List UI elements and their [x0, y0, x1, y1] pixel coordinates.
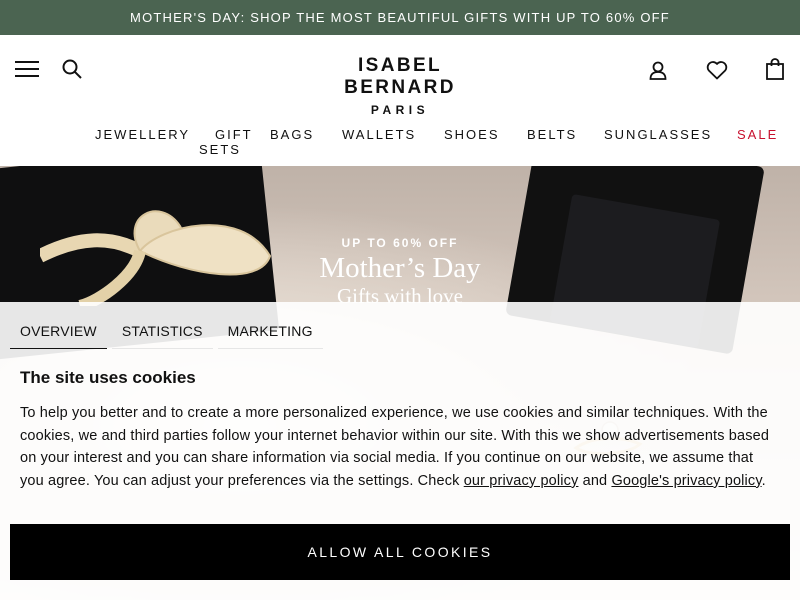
- hero-kicker: UP TO 60% OFF: [341, 236, 459, 250]
- cookie-and-text: and: [578, 472, 612, 489]
- site-header: ISABEL BERNARD PARIS JEWELLERY GIFT SETS…: [0, 35, 800, 166]
- site-logo[interactable]: ISABEL BERNARD PARIS: [300, 55, 500, 117]
- nav-item-belts[interactable]: BELTS: [527, 127, 577, 142]
- shopping-bag-icon: [766, 58, 784, 80]
- wishlist-button[interactable]: [702, 55, 732, 85]
- nav-item-sunglasses[interactable]: SUNGLASSES: [604, 127, 712, 142]
- main-navigation: JEWELLERY GIFT SETS BAGS WALLETS SHOES B…: [0, 127, 800, 165]
- logo-city: PARIS: [370, 103, 430, 117]
- nav-item-shoes[interactable]: SHOES: [444, 127, 500, 142]
- nav-item-sale[interactable]: SALE: [737, 127, 778, 142]
- menu-button[interactable]: [12, 54, 42, 84]
- search-button[interactable]: [57, 54, 87, 84]
- nav-item-bags[interactable]: BAGS: [270, 127, 314, 142]
- nav-item-wallets[interactable]: WALLETS: [342, 127, 416, 142]
- nav-item-jewellery[interactable]: JEWELLERY: [95, 127, 190, 142]
- cookie-end-text: .: [761, 472, 766, 489]
- shopping-bag-button[interactable]: [760, 54, 790, 84]
- google-privacy-policy-link[interactable]: Google's privacy policy: [611, 473, 761, 489]
- menu-icon: [15, 61, 39, 77]
- heart-icon: [706, 61, 728, 80]
- cookie-description: To help you better and to create a more …: [20, 402, 780, 492]
- tab-marketing[interactable]: MARKETING: [217, 316, 323, 349]
- allow-all-cookies-button[interactable]: ALLOW ALL COOKIES: [10, 524, 790, 580]
- search-icon: [62, 59, 82, 79]
- tab-statistics[interactable]: STATISTICS: [111, 316, 213, 349]
- promo-banner[interactable]: MOTHER'S DAY: SHOP THE MOST BEAUTIFUL GI…: [0, 0, 800, 35]
- nav-item-gift-sets-line2[interactable]: SETS: [199, 142, 241, 157]
- logo-wordmark: ISABEL BERNARD: [344, 55, 456, 98]
- cookie-tabs: OVERVIEW STATISTICS MARKETING: [10, 316, 328, 349]
- account-icon: [649, 61, 667, 80]
- cookie-title: The site uses cookies: [20, 368, 196, 387]
- hero-title: Mother’s Day: [319, 252, 481, 284]
- tab-overview[interactable]: OVERVIEW: [10, 316, 107, 349]
- account-button[interactable]: [643, 55, 673, 85]
- cookie-consent-panel: OVERVIEW STATISTICS MARKETING The site u…: [0, 302, 800, 600]
- privacy-policy-link[interactable]: our privacy policy: [464, 473, 579, 489]
- promo-text[interactable]: MOTHER'S DAY: SHOP THE MOST BEAUTIFUL GI…: [130, 10, 670, 25]
- nav-item-gift-sets[interactable]: GIFT: [215, 127, 253, 142]
